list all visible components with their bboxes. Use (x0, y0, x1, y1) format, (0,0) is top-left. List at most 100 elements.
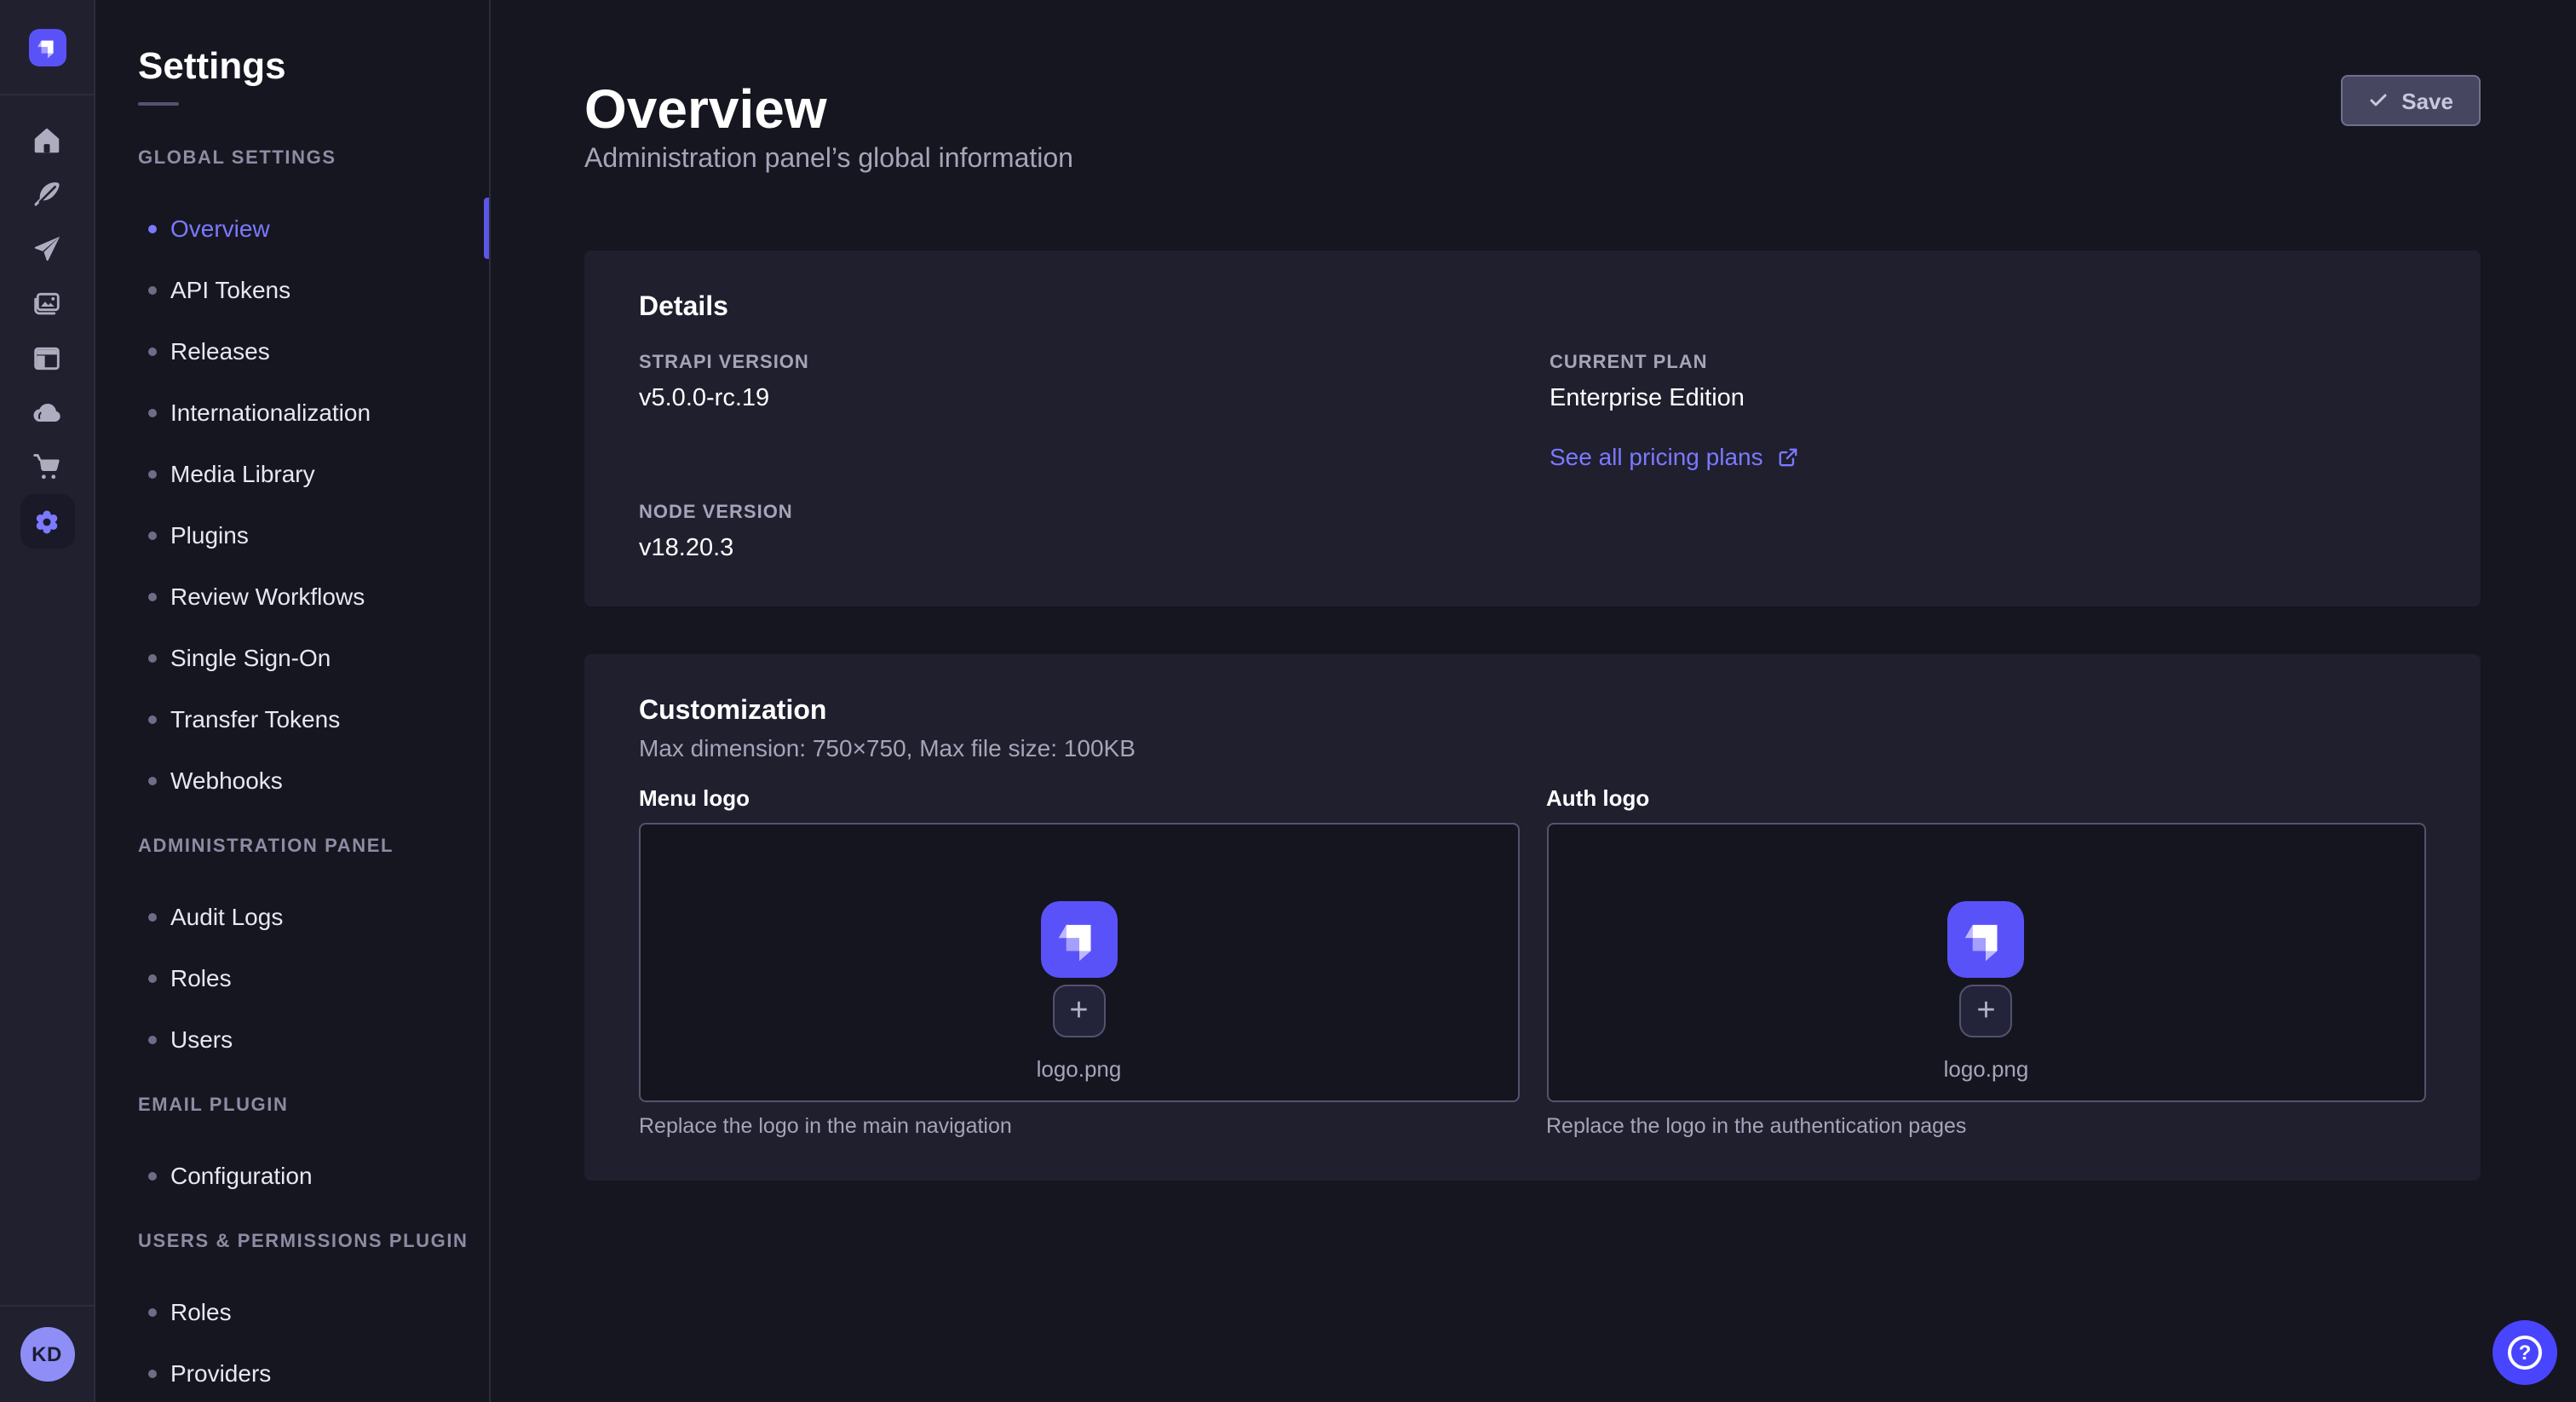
content-manager-layout-icon[interactable] (20, 330, 74, 385)
details-grid: STRAPI VERSION v5.0.0-rc.19 CURRENT PLAN… (639, 351, 2426, 566)
sidebar-item-label: Internationalization (170, 399, 371, 426)
details-card-title: Details (639, 291, 2426, 325)
subnav-title: Settings (138, 44, 489, 89)
sidebar-item-up-roles[interactable]: Roles (95, 1281, 489, 1342)
sidebar-item-up-providers[interactable]: Providers (95, 1342, 489, 1402)
menu-logo-preview (1041, 901, 1118, 978)
customization-card-subtitle: Max dimension: 750×750, Max file size: 1… (639, 733, 2426, 763)
field-value: v18.20.3 (639, 531, 1515, 566)
bullet-icon (148, 974, 157, 982)
field-label: NODE VERSION (639, 501, 1515, 525)
field-label: CURRENT PLAN (1550, 351, 2426, 375)
sidebar-item-webhooks[interactable]: Webhooks (95, 750, 489, 811)
sidebar-item-label: Plugins (170, 521, 249, 549)
sidebar-item-label: Single Sign-On (170, 644, 331, 671)
sidebar-item-overview[interactable]: Overview (95, 198, 489, 259)
menu-logo-dropzone[interactable]: + logo.png (639, 823, 1519, 1102)
sidebar-item-releases[interactable]: Releases (95, 320, 489, 382)
bullet-icon (148, 1369, 157, 1377)
help-button[interactable]: ? (2493, 1320, 2557, 1385)
bullet-icon (148, 531, 157, 539)
marketplace-cart-icon[interactable] (20, 440, 74, 494)
sidebar-item-media-library[interactable]: Media Library (95, 443, 489, 504)
section-list-email-plugin: Configuration (95, 1145, 489, 1206)
sidebar-item-email-configuration[interactable]: Configuration (95, 1145, 489, 1206)
sidebar-item-label: Webhooks (170, 767, 283, 794)
current-plan-field: CURRENT PLAN Enterprise Edition See all … (1550, 351, 2426, 474)
avatar[interactable]: KD (20, 1327, 74, 1382)
field-value: Enterprise Edition (1550, 382, 2426, 416)
auth-logo-dropzone[interactable]: + logo.png (1546, 823, 2426, 1102)
page-header: Overview Administration panel’s global i… (584, 0, 2481, 177)
sidebar-item-label: Users (170, 1026, 233, 1053)
section-list-administration-panel: Audit Logs Roles Users (95, 886, 489, 1070)
section-label-email-plugin: EMAIL PLUGIN (138, 1094, 489, 1118)
section-label-administration-panel: ADMINISTRATION PANEL (138, 835, 489, 859)
media-library-icon[interactable] (20, 276, 74, 330)
strapi-logo[interactable] (28, 28, 66, 66)
sidebar-item-plugins[interactable]: Plugins (95, 504, 489, 566)
question-mark-icon: ? (2508, 1336, 2542, 1370)
sidebar-item-label: Review Workflows (170, 583, 365, 610)
sidebar-item-single-sign-on[interactable]: Single Sign-On (95, 627, 489, 688)
sidebar-item-internationalization[interactable]: Internationalization (95, 382, 489, 443)
settings-gear-icon[interactable] (20, 494, 74, 549)
add-auth-logo-button[interactable]: + (1960, 985, 2013, 1037)
sidebar-item-label: Audit Logs (170, 903, 283, 930)
auth-logo-filename: logo.png (1944, 1058, 2029, 1082)
sidebar-item-admin-users[interactable]: Users (95, 1008, 489, 1070)
bullet-icon (148, 347, 157, 355)
bullet-icon (148, 1035, 157, 1043)
rail-user-area: KD (0, 1305, 94, 1402)
sidebar-item-label: Transfer Tokens (170, 705, 340, 733)
sidebar-item-api-tokens[interactable]: API Tokens (95, 259, 489, 320)
sidebar-item-transfer-tokens[interactable]: Transfer Tokens (95, 688, 489, 750)
auth-logo-preview (1948, 901, 2025, 978)
sidebar-item-label: Configuration (170, 1162, 313, 1189)
sidebar-item-label: Roles (170, 1298, 232, 1325)
sidebar-item-label: Roles (170, 964, 232, 991)
content-type-builder-icon[interactable] (20, 167, 74, 221)
pricing-plans-link-label: See all pricing plans (1550, 440, 1763, 474)
rail-logo-area (0, 0, 94, 95)
subnav-divider (138, 102, 179, 106)
cloud-icon[interactable] (20, 385, 74, 440)
auth-logo-label: Auth logo (1546, 785, 2426, 813)
add-menu-logo-button[interactable]: + (1053, 985, 1106, 1037)
bullet-icon (148, 1171, 157, 1180)
customization-card-title: Customization (639, 695, 2426, 729)
sidebar-item-admin-roles[interactable]: Roles (95, 947, 489, 1008)
home-icon[interactable] (20, 112, 74, 167)
menu-logo-zone: Menu logo + logo.png (639, 785, 1519, 1140)
field-label: STRAPI VERSION (639, 351, 1515, 375)
sidebar-item-review-workflows[interactable]: Review Workflows (95, 566, 489, 627)
menu-logo-label: Menu logo (639, 785, 1519, 813)
auth-logo-zone: Auth logo + logo.png (1546, 785, 2426, 1140)
bullet-icon (148, 653, 157, 662)
main-content: Overview Administration panel’s global i… (491, 0, 2576, 1402)
save-button[interactable]: Save (2340, 75, 2481, 126)
bullet-icon (148, 592, 157, 600)
save-button-label: Save (2401, 88, 2453, 113)
logo-zones: Menu logo + logo.png (639, 785, 2426, 1140)
sidebar-item-label: Releases (170, 337, 270, 365)
section-label-global-settings: GLOBAL SETTINGS (138, 147, 489, 170)
page-title: Overview (584, 78, 2481, 140)
strapi-admin-window: KD Settings GLOBAL SETTINGS Overview API… (0, 0, 2576, 1402)
section-list-users-permissions-plugin: Roles Providers (95, 1281, 489, 1402)
rail-icon-list (0, 95, 94, 549)
customization-card: Customization Max dimension: 750×750, Ma… (584, 654, 2481, 1181)
external-link-icon (1777, 445, 1799, 468)
bullet-icon (148, 912, 157, 921)
pricing-plans-link[interactable]: See all pricing plans (1550, 440, 1799, 474)
releases-send-icon[interactable] (20, 221, 74, 276)
menu-logo-filename: logo.png (1037, 1058, 1122, 1082)
bullet-icon (148, 224, 157, 233)
details-card: Details STRAPI VERSION v5.0.0-rc.19 CURR… (584, 250, 2481, 606)
section-label-users-permissions-plugin: USERS & PERMISSIONS PLUGIN (138, 1230, 489, 1254)
bullet-icon (148, 408, 157, 417)
sidebar-item-audit-logs[interactable]: Audit Logs (95, 886, 489, 947)
menu-logo-caption: Replace the logo in the main navigation (639, 1112, 1519, 1140)
main-nav-rail: KD (0, 0, 95, 1402)
field-value: v5.0.0-rc.19 (639, 382, 1515, 416)
